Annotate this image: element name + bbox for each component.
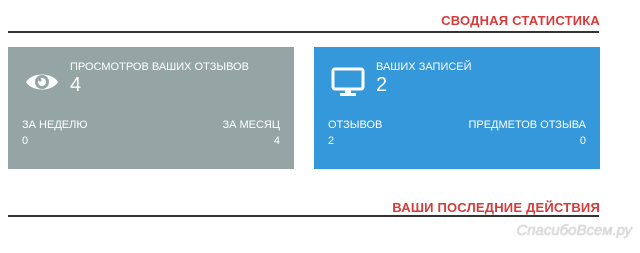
views-card: ПРОСМОТРОВ ВАШИХ ОТЗЫВОВ 4 ЗА НЕДЕЛЮ 0 З…: [8, 47, 294, 169]
monitor-icon: [330, 65, 366, 99]
reviews-label: ОТЗЫВОВ: [328, 119, 383, 131]
records-card-value: 2: [376, 74, 388, 96]
week-value: 0: [22, 135, 29, 147]
month-label: ЗА МЕСЯЦ: [222, 119, 280, 131]
reviews-value: 2: [328, 135, 335, 147]
subjects-value: 0: [579, 135, 586, 147]
summary-stats-title: СВОДНАЯ СТАТИСТИКА: [441, 13, 600, 28]
week-label: ЗА НЕДЕЛЮ: [22, 119, 88, 131]
month-value: 4: [273, 135, 280, 147]
eye-icon: [24, 65, 60, 99]
views-card-label: ПРОСМОТРОВ ВАШИХ ОТЗЫВОВ: [70, 61, 249, 73]
recent-actions-title: ВАШИ ПОСЛЕДНИЕ ДЕЙСТВИЯ: [392, 200, 600, 215]
records-card-label: ВАШИХ ЗАПИСЕЙ: [376, 61, 472, 73]
summary-divider: [8, 31, 599, 33]
records-card: ВАШИХ ЗАПИСЕЙ 2 ОТЗЫВОВ 2 ПРЕДМЕТОВ ОТЗЫ…: [314, 47, 600, 169]
subjects-label: ПРЕДМЕТОВ ОТЗЫВА: [468, 119, 586, 131]
views-card-value: 4: [70, 74, 82, 96]
recent-divider: [8, 215, 599, 217]
watermark-logo: СпасибоВсем.ру: [516, 222, 632, 239]
